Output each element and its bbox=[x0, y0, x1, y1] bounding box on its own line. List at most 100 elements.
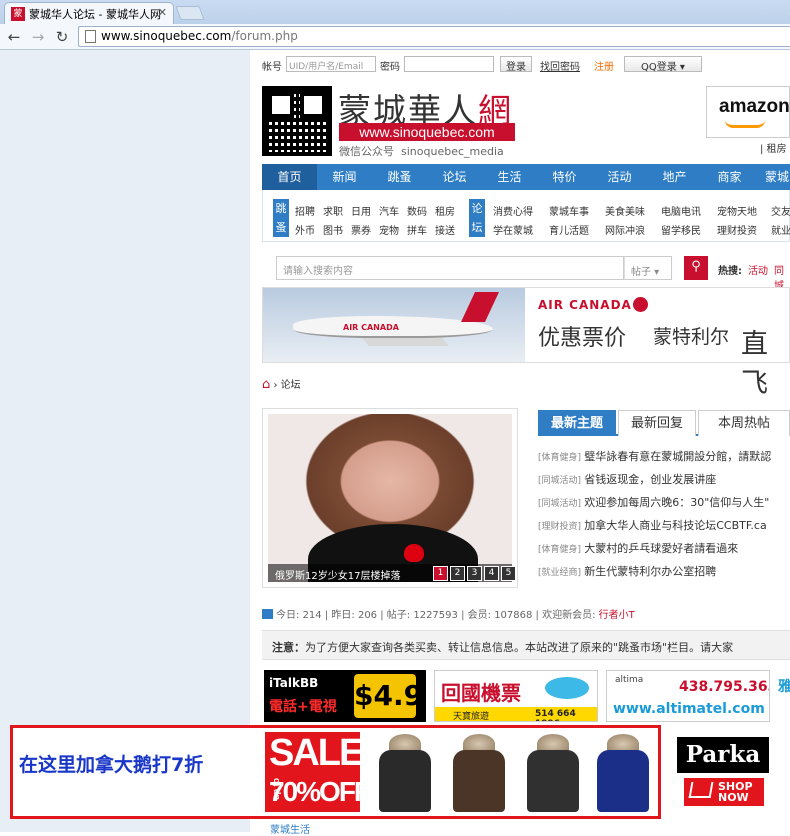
slider-page[interactable]: 3 bbox=[467, 566, 482, 581]
subnav-link[interactable]: 外币 bbox=[295, 222, 315, 237]
slider-page[interactable]: 5 bbox=[501, 566, 516, 581]
close-tab-icon[interactable]: ✕ bbox=[158, 6, 167, 19]
account-input[interactable]: UID/用户名/Email bbox=[286, 56, 376, 72]
subnav-link[interactable]: 宠物 bbox=[379, 222, 399, 237]
topic-row[interactable]: [同城活动] 省钱返现金，创业发展讲座 bbox=[538, 471, 716, 487]
zufang-link[interactable]: | 租房 bbox=[760, 140, 787, 155]
subnav-link[interactable]: 求职 bbox=[323, 203, 343, 218]
subnav-link[interactable]: 交友 bbox=[771, 203, 790, 218]
nav-item-news[interactable]: 新闻 bbox=[317, 164, 372, 190]
nav-item-deals[interactable]: 特价 bbox=[537, 164, 592, 190]
amazon-ad[interactable]: amazon bbox=[706, 86, 790, 138]
wechat-caption: 微信公众号 sinoquebec_media bbox=[339, 143, 504, 159]
stat-yesterday: 206 bbox=[357, 610, 378, 621]
canada-goose-ad[interactable]: 在这里加拿大鹅打7折 SALE up to 70%OFF bbox=[10, 725, 661, 819]
address-bar[interactable]: www.sinoquebec.com/forum.php bbox=[78, 26, 790, 47]
subnav-link[interactable]: 就业 bbox=[771, 222, 790, 237]
subnav-link[interactable]: 理财投资 bbox=[717, 222, 757, 237]
topic-row[interactable]: [理财投资] 加拿大华人商业与科技论坛CCBTF.ca bbox=[538, 517, 767, 533]
subnav-link[interactable]: 学在蒙城 bbox=[493, 222, 533, 237]
subnav-link[interactable]: 票券 bbox=[351, 222, 371, 237]
subnav-link[interactable]: 电脑电讯 bbox=[661, 203, 701, 218]
subnav-link[interactable]: 宠物天地 bbox=[717, 203, 757, 218]
italkbb-ad[interactable]: iTalkBB 電話+電視 $4.99 bbox=[264, 670, 426, 722]
home-icon[interactable]: ⌂ bbox=[262, 377, 270, 392]
subnav-link[interactable]: 接送 bbox=[435, 222, 455, 237]
jacket-body bbox=[527, 750, 579, 812]
flight-ad[interactable]: 回國機票 天寶旅遊 514 664 1996 bbox=[434, 670, 598, 722]
tab-latest-topics[interactable]: 最新主题 bbox=[538, 410, 616, 436]
parka-logo[interactable]: Parka bbox=[677, 737, 769, 773]
nav-item-business[interactable]: 商家 bbox=[702, 164, 757, 190]
password-input[interactable] bbox=[404, 56, 494, 72]
topics-panel: 最新主题 最新回复 本周热帖 [体育健身] 璧华詠春有意在蒙城開設分館，請默認 … bbox=[528, 408, 790, 588]
italkbb-service: 電話+電視 bbox=[269, 699, 337, 715]
aircanada-banner[interactable]: AIR CANADA AIR CANADA 优惠票价 蒙特利尔 直飞 bbox=[262, 287, 790, 399]
topic-row[interactable]: [就业经商] 新生代蒙特利尔办公室招聘 bbox=[538, 563, 716, 579]
altima-url: www.altimatel.com bbox=[613, 701, 765, 717]
wechat-qrcode bbox=[262, 86, 332, 156]
subnav-link[interactable]: 网际冲浪 bbox=[605, 222, 645, 237]
subnav-link[interactable]: 育儿活题 bbox=[549, 222, 589, 237]
search-area: 请输入搜索内容 帖子 ▾ ⚲ 热搜: 活动 同城 bbox=[262, 252, 790, 292]
nav-item-home[interactable]: 首页 bbox=[262, 164, 317, 190]
topic-row[interactable]: [体育健身] 大蒙村的乒乓球愛好者請看過來 bbox=[538, 540, 738, 556]
subnav-link[interactable]: 留学移民 bbox=[661, 222, 701, 237]
new-tab-button[interactable] bbox=[175, 6, 205, 20]
photo-heart bbox=[404, 544, 424, 562]
subnav-link[interactable]: 图书 bbox=[323, 222, 343, 237]
register-link[interactable]: 注册 bbox=[594, 58, 614, 73]
altima-phone: 438.795.3639 bbox=[679, 679, 769, 695]
nav-item-city[interactable]: 蒙城 bbox=[757, 164, 790, 190]
login-bar: 帐号 UID/用户名/Email 密码 登录 找回密码 注册 QQ登录 ▾ bbox=[250, 52, 790, 76]
browser-tab[interactable]: 蒙 蒙城华人论坛 - 蒙城华人网 ✕ bbox=[4, 2, 174, 24]
forum-tag[interactable]: 论坛 bbox=[469, 199, 485, 237]
tab-weekly-hot[interactable]: 本周热帖 bbox=[698, 410, 790, 436]
subnav-link[interactable]: 美食美味 bbox=[605, 203, 645, 218]
back-icon[interactable]: ← bbox=[4, 27, 24, 47]
plane-tail bbox=[461, 292, 499, 322]
italkbb-brand: iTalkBB bbox=[269, 676, 319, 690]
subnav-link[interactable]: 蒙城车事 bbox=[549, 203, 589, 218]
slider-page[interactable]: 2 bbox=[450, 566, 465, 581]
tab-latest-replies[interactable]: 最新回复 bbox=[618, 410, 696, 436]
section-label[interactable]: 蒙城生活 bbox=[270, 821, 310, 836]
subnav-link[interactable]: 消费心得 bbox=[493, 203, 533, 218]
favicon-icon: 蒙 bbox=[11, 7, 25, 21]
nav-item-fleamarket[interactable]: 跳蚤 bbox=[372, 164, 427, 190]
slider-page[interactable]: 4 bbox=[484, 566, 499, 581]
slider-page[interactable]: 1 bbox=[433, 566, 448, 581]
altima-ad[interactable]: altima 438.795.3639 www.altimatel.com bbox=[606, 670, 770, 722]
forgot-password-link[interactable]: 找回密码 bbox=[540, 58, 580, 73]
flea-tag[interactable]: 跳蚤 bbox=[273, 199, 289, 237]
hot-search-link[interactable]: 活动 bbox=[748, 262, 768, 277]
search-input[interactable]: 请输入搜索内容 bbox=[276, 256, 624, 280]
subnav-link[interactable]: 拼车 bbox=[407, 222, 427, 237]
nav-item-forum[interactable]: 论坛 bbox=[427, 164, 482, 190]
nav-item-events[interactable]: 活动 bbox=[592, 164, 647, 190]
login-button[interactable]: 登录 bbox=[500, 56, 532, 73]
amazon-logo: amazon bbox=[719, 96, 790, 117]
stats-chart-icon bbox=[262, 609, 273, 619]
breadcrumb-current[interactable]: 论坛 bbox=[281, 380, 301, 391]
subnav-link[interactable]: 租房 bbox=[435, 203, 455, 218]
slider-photo[interactable] bbox=[268, 414, 512, 582]
nav-item-life[interactable]: 生活 bbox=[482, 164, 537, 190]
reload-icon[interactable]: ↻ bbox=[52, 27, 72, 47]
wechat-label: 微信公众号 bbox=[339, 145, 394, 158]
search-type-select[interactable]: 帖子 ▾ bbox=[624, 256, 672, 280]
qq-login-button[interactable]: QQ登录 ▾ bbox=[624, 56, 702, 73]
new-member-link[interactable]: 行者小T bbox=[599, 610, 635, 621]
side-ad[interactable]: 雅 bbox=[778, 670, 790, 722]
search-button[interactable]: ⚲ bbox=[684, 256, 708, 280]
subnav-link[interactable]: 招聘 bbox=[295, 203, 315, 218]
topic-row[interactable]: [体育健身] 璧华詠春有意在蒙城開設分館，請默認 bbox=[538, 448, 771, 464]
tab-title: 蒙城华人论坛 - 蒙城华人网 bbox=[29, 8, 161, 21]
forward-icon[interactable]: → bbox=[28, 27, 48, 47]
subnav-link[interactable]: 日用 bbox=[351, 203, 371, 218]
nav-item-realestate[interactable]: 地产 bbox=[647, 164, 702, 190]
topic-row[interactable]: [同城活动] 欢迎参加每周六晚6：30"信仰与人生" bbox=[538, 494, 769, 510]
subnav-link[interactable]: 汽车 bbox=[379, 203, 399, 218]
subnav-link[interactable]: 数码 bbox=[407, 203, 427, 218]
image-slider[interactable]: 俄罗斯12岁少女17层楼掉落 1 2 3 4 5 bbox=[262, 408, 518, 588]
